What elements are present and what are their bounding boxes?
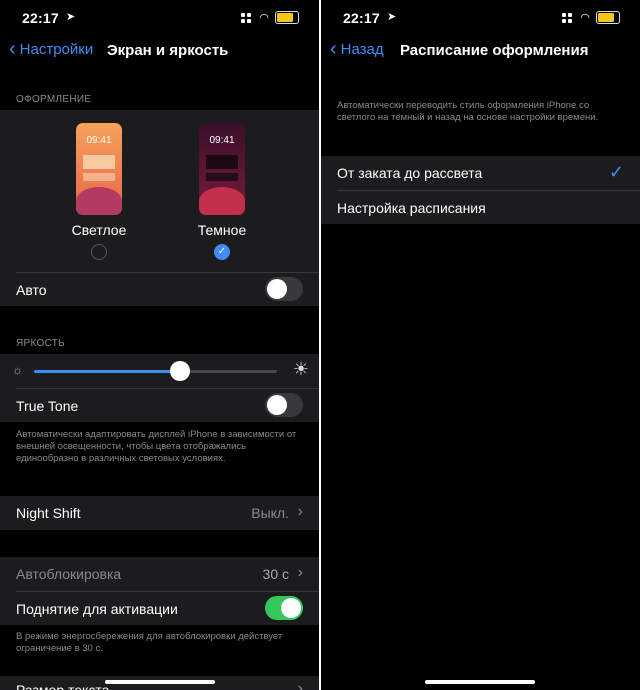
autolock-value: 30 с [262, 566, 289, 582]
back-button[interactable]: ‹ Настройки [9, 38, 94, 60]
true-tone-row: True Tone [0, 389, 319, 423]
light-mode-preview[interactable]: 09:41 [76, 123, 122, 215]
home-indicator[interactable] [425, 680, 535, 684]
dark-preview-time: 09:41 [209, 135, 235, 146]
cellular-signal-icon [562, 12, 574, 23]
back-button[interactable]: ‹ Назад [330, 38, 384, 60]
true-tone-note: Автоматически адаптировать дисплей iPhon… [16, 429, 297, 464]
appearance-header: ОФОРМЛЕНИЕ [16, 94, 92, 105]
wifi-icon: ◠ [259, 12, 269, 24]
chevron-right-icon: › [297, 680, 303, 690]
auto-label: Авто [16, 282, 47, 298]
status-bar: 22:17 ➤ ◠ [321, 0, 640, 34]
brightness-group: ☼ ☀ True Tone [0, 354, 319, 422]
night-shift-value: Выкл. [251, 505, 289, 521]
status-time: 22:17 [343, 10, 380, 26]
autolock-label: Автоблокировка [16, 566, 122, 582]
light-mode-radio[interactable] [91, 244, 107, 260]
option-sunset-to-sunrise[interactable]: От заката до рассвета ✓ [321, 156, 640, 190]
page-title: Расписание оформления [400, 42, 589, 59]
battery-icon [275, 11, 299, 24]
night-shift-label: Night Shift [16, 505, 81, 521]
chevron-right-icon: › [297, 503, 303, 520]
cellular-signal-icon [241, 12, 253, 23]
chevron-left-icon: ‹ [330, 38, 337, 60]
back-label: Назад [340, 40, 384, 58]
raise-to-wake-row: Поднятие для активации [0, 592, 319, 626]
lock-group: Автоблокировка 30 с › Поднятие для актив… [0, 557, 319, 625]
schedule-description: Автоматически переводить стиль оформлени… [337, 100, 599, 123]
appearance-schedule-screen: 22:17 ➤ ◠ ‹ Назад Расписание оформления … [321, 0, 640, 690]
battery-icon [596, 11, 620, 24]
schedule-options-group: От заката до рассвета ✓ Настройка распис… [321, 156, 640, 224]
status-time: 22:17 [22, 10, 59, 26]
dark-mode-label: Темное [197, 222, 247, 238]
chevron-left-icon: ‹ [9, 38, 16, 60]
navigation-bar: ‹ Настройки Экран и яркость [0, 34, 319, 68]
sun-small-icon: ☼ [12, 363, 23, 377]
chevron-right-icon: › [297, 564, 303, 581]
text-size-label: Размер текста [16, 682, 110, 690]
true-tone-toggle[interactable] [265, 393, 303, 417]
navigation-bar: ‹ Назад Расписание оформления [321, 34, 640, 68]
option-label: Настройка расписания [337, 200, 486, 216]
power-saving-note: В режиме энергосбережения для автоблокир… [16, 631, 283, 654]
dark-mode-radio[interactable]: ✓ [214, 244, 230, 260]
true-tone-label: True Tone [16, 398, 79, 414]
night-shift-group: Night Shift Выкл. › [0, 496, 319, 530]
page-title: Экран и яркость [107, 42, 229, 59]
wifi-icon: ◠ [580, 12, 590, 24]
auto-row: Авто [0, 273, 319, 307]
raise-to-wake-label: Поднятие для активации [16, 601, 178, 617]
night-shift-row[interactable]: Night Shift Выкл. › [0, 496, 319, 530]
auto-toggle[interactable] [265, 277, 303, 301]
checkmark-icon: ✓ [608, 162, 624, 182]
checkmark-icon: ✓ [217, 246, 227, 257]
option-label: От заката до рассвета [337, 165, 483, 181]
appearance-group: 09:41 Светлое 09:41 Темное ✓ Авто [0, 110, 319, 306]
status-bar: 22:17 ➤ ◠ [0, 0, 319, 34]
brightness-slider-thumb[interactable] [169, 361, 190, 381]
light-mode-label: Светлое [71, 222, 127, 238]
home-indicator[interactable] [105, 680, 215, 684]
brightness-header: ЯРКОСТЬ [16, 338, 66, 349]
back-label: Настройки [19, 40, 94, 58]
raise-to-wake-toggle[interactable] [265, 596, 303, 620]
sun-large-icon: ☀ [292, 359, 309, 379]
brightness-slider-row: ☼ ☀ [0, 354, 319, 388]
brightness-slider[interactable] [34, 361, 277, 381]
location-arrow-icon: ➤ [387, 11, 397, 23]
light-preview-time: 09:41 [86, 135, 112, 146]
dark-mode-preview[interactable]: 09:41 [199, 123, 245, 215]
option-custom-schedule[interactable]: Настройка расписания [321, 191, 640, 225]
display-settings-screen: 22:17 ➤ ◠ ‹ Настройки Экран и яркость ОФ… [0, 0, 319, 690]
autolock-row[interactable]: Автоблокировка 30 с › [0, 557, 319, 591]
location-arrow-icon: ➤ [66, 11, 76, 23]
